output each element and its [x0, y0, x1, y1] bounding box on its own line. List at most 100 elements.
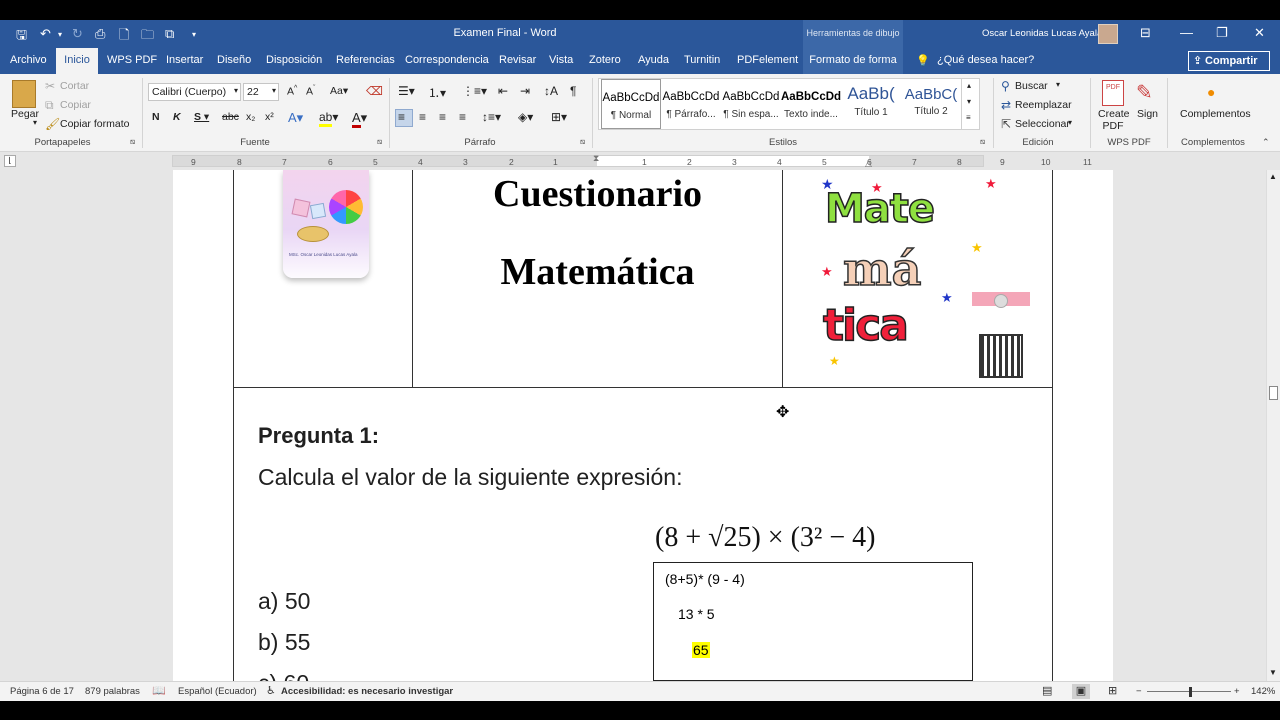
work-answer[interactable]: 65 [692, 642, 710, 658]
font-name-box[interactable]: Calibri (Cuerpo) ▾ [148, 83, 241, 101]
tab-diseno[interactable]: Diseño [217, 54, 251, 66]
clipboard-launcher-icon[interactable]: ⧅ [130, 137, 135, 147]
tab-insertar[interactable]: Insertar [166, 54, 203, 66]
collapse-ribbon-icon[interactable]: ⌃ [1262, 137, 1270, 148]
scroll-up-icon[interactable]: ▴ [967, 81, 971, 90]
scroll-up-icon[interactable]: ▲ [1269, 172, 1277, 181]
style-sin-espaciado[interactable]: AaBbCcDd ¶ Sin espa... [721, 79, 781, 129]
sort-icon[interactable]: ↕A [544, 84, 558, 98]
tab-vista[interactable]: Vista [549, 54, 573, 66]
grow-font-icon[interactable]: A^ [287, 85, 297, 98]
save-icon[interactable]: 🖫 [16, 26, 27, 48]
web-layout-icon[interactable]: ⊞ [1108, 684, 1117, 697]
customize-quick-access-icon[interactable]: ▾ [192, 30, 196, 39]
clear-formatting-icon[interactable]: ⌫ [366, 84, 383, 98]
chevron-down-icon[interactable]: ▾ [1068, 118, 1072, 127]
addins-icon[interactable]: ● [1207, 84, 1215, 100]
print-layout-icon[interactable]: ▣ [1072, 684, 1090, 699]
minimize-icon[interactable]: — [1180, 25, 1193, 40]
bold-icon[interactable]: N [152, 111, 160, 123]
shading-icon[interactable]: ◈▾ [518, 110, 533, 124]
proofing-icon[interactable]: 📖 [152, 684, 166, 697]
undo-icon[interactable]: ↶ [40, 26, 51, 42]
paste-icon[interactable] [12, 80, 36, 108]
tab-referencias[interactable]: Referencias [336, 54, 395, 66]
style-titulo-2[interactable]: AaBbC( Título 2 [901, 79, 961, 129]
chevron-down-icon[interactable]: ▾ [1056, 80, 1060, 89]
language-status[interactable]: Español (Ecuador) [178, 686, 257, 697]
user-name[interactable]: Oscar Leonidas Lucas Ayala [982, 28, 1102, 39]
cut-button[interactable]: Cortar [60, 80, 89, 92]
ribbon-display-icon[interactable]: ⊟ [1140, 25, 1151, 41]
copy-button[interactable]: Copiar [60, 99, 91, 111]
more-styles-icon[interactable]: ≡ [966, 113, 971, 122]
work-line-2[interactable]: 13 * 5 [678, 606, 715, 622]
zoom-in-icon[interactable]: + [1234, 686, 1240, 697]
increase-indent-icon[interactable]: ⇥ [520, 84, 530, 98]
style-normal[interactable]: AaBbCcDd ¶ Normal [601, 79, 661, 129]
align-right-icon[interactable]: ≡ [439, 110, 446, 124]
right-indent-marker-icon[interactable]: △ [865, 158, 872, 169]
close-icon[interactable]: ✕ [1254, 25, 1265, 41]
zoom-level[interactable]: 142% [1251, 686, 1275, 697]
tab-disposicion[interactable]: Disposición [266, 54, 322, 66]
accessibility-icon[interactable]: ♿ [266, 684, 276, 697]
borders-icon[interactable]: ⊞▾ [551, 110, 567, 124]
tab-inicio[interactable]: Inicio [56, 48, 98, 74]
numbering-icon[interactable]: ⒈▾ [428, 84, 446, 101]
style-texto-independiente[interactable]: AaBbCcDd Texto inde... [781, 79, 841, 129]
highlight-icon[interactable]: ab▾ [319, 110, 338, 127]
tab-archivo[interactable]: Archivo [10, 54, 47, 66]
print-preview-icon[interactable]: ⎙ [95, 26, 105, 42]
tab-revisar[interactable]: Revisar [499, 54, 536, 66]
work-line-1[interactable]: (8+5)* (9 - 4) [665, 571, 745, 587]
change-case-icon[interactable]: Aa▾ [330, 85, 348, 97]
font-size-box[interactable]: 22 ▾ [243, 83, 279, 101]
touch-mode-icon[interactable]: ⧉ [165, 26, 174, 42]
underline-icon[interactable]: S ▾ [194, 111, 209, 123]
ruler-strip[interactable]: 9 8 7 6 5 4 3 2 1 1 2 3 4 5 6 7 8 9 10 1… [172, 153, 1092, 169]
line-spacing-icon[interactable]: ↕≡▾ [482, 110, 501, 124]
shrink-font-icon[interactable]: Aˇ [306, 85, 315, 98]
zoom-out-icon[interactable]: − [1136, 686, 1142, 697]
select-button[interactable]: Seleccionar [1015, 118, 1070, 130]
style-parrafo[interactable]: AaBbCcDd ¶ Párrafo... [661, 79, 721, 129]
page-count[interactable]: Página 6 de 17 [10, 686, 74, 697]
styles-scroll[interactable]: ▴ ▾ ≡ [961, 79, 979, 129]
tab-formato-de-forma[interactable]: Formato de forma [803, 48, 903, 74]
justify-icon[interactable]: ≡ [459, 110, 466, 124]
sign-button[interactable]: Sign [1137, 108, 1158, 120]
tab-pdfelement[interactable]: PDFelement [737, 54, 798, 66]
share-button[interactable]: ⇪ Compartir [1188, 51, 1270, 71]
redo-icon[interactable]: ↻ [72, 26, 83, 42]
word-count[interactable]: 879 palabras [85, 686, 140, 697]
work-text-box[interactable]: (8+5)* (9 - 4) 13 * 5 65 [653, 562, 973, 681]
accessibility-status[interactable]: Accesibilidad: es necesario investigar [281, 686, 453, 697]
tab-wps-pdf[interactable]: WPS PDF [107, 54, 157, 66]
copy-icon[interactable]: ⧉ [45, 98, 54, 113]
font-color-icon[interactable]: A▾ [352, 110, 367, 128]
tab-selector-icon[interactable]: ⌊ [4, 155, 16, 167]
replace-button[interactable]: Reemplazar [1015, 99, 1072, 111]
vertical-scrollbar[interactable]: ▲ ▼ [1266, 170, 1280, 681]
strikethrough-icon[interactable]: abc [222, 111, 239, 123]
user-avatar[interactable] [1098, 24, 1118, 44]
tab-ayuda[interactable]: Ayuda [638, 54, 669, 66]
create-pdf-icon[interactable]: PDF [1102, 80, 1124, 106]
format-painter-icon[interactable]: 🖌 [45, 117, 60, 131]
scroll-down-icon[interactable]: ▼ [1269, 668, 1277, 677]
read-mode-icon[interactable]: ▤ [1042, 684, 1052, 697]
bullets-icon[interactable]: ☰▾ [398, 84, 415, 98]
find-button[interactable]: Buscar [1015, 80, 1048, 92]
document-page[interactable]: MSc. Oscar Leonidas Lucas Ayala Cuestion… [173, 170, 1113, 681]
open-folder-icon[interactable]: 🗀 [141, 26, 154, 48]
scroll-thumb[interactable] [1269, 386, 1278, 400]
align-center-icon[interactable]: ≡ [419, 110, 426, 124]
restore-icon[interactable]: ❐ [1216, 25, 1228, 41]
show-marks-icon[interactable]: ¶ [570, 84, 576, 98]
format-painter-button[interactable]: Copiar formato [60, 118, 129, 130]
style-titulo-1[interactable]: AaBb( Título 1 [841, 79, 901, 129]
subscript-icon[interactable]: x₂ [246, 111, 255, 123]
sign-icon[interactable]: ✎ [1136, 80, 1153, 105]
decrease-indent-icon[interactable]: ⇤ [498, 84, 508, 98]
